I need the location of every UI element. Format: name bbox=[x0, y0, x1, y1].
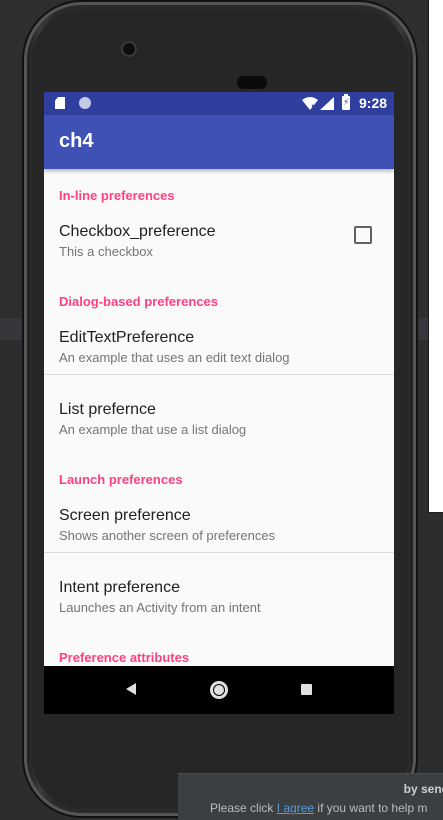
category-dialog-based-preferences: Dialog-based preferences bbox=[59, 294, 218, 309]
signal-icon bbox=[320, 97, 334, 110]
checkbox-input[interactable] bbox=[354, 226, 372, 244]
back-icon[interactable] bbox=[126, 683, 136, 695]
pref-summary: This a checkbox bbox=[59, 244, 153, 259]
pref-title: Intent preference bbox=[59, 579, 180, 596]
earpiece-speaker bbox=[237, 76, 267, 89]
ide-side-panel bbox=[428, 0, 443, 513]
notice-heading: by send bbox=[403, 782, 443, 796]
category-preference-attributes: Preference attributes bbox=[59, 650, 190, 665]
pref-summary: An example that uses an edit text dialog bbox=[59, 350, 290, 365]
pref-summary: An example that use a list dialog bbox=[59, 422, 247, 437]
sd-card-icon bbox=[55, 97, 65, 109]
pref-title: Screen preference bbox=[59, 507, 191, 524]
pref-checkbox[interactable]: Checkbox_preference This a checkbox bbox=[44, 223, 394, 289]
category-inline-preferences: In-line preferences bbox=[59, 188, 175, 203]
pref-title: EditTextPreference bbox=[59, 329, 195, 346]
status-bar: ⚡ 9:28 bbox=[44, 92, 394, 115]
list-divider bbox=[44, 374, 394, 375]
device-screen: ⚡ 9:28 ch4 In-line preferences Checkbox_… bbox=[44, 92, 394, 714]
status-time: 9:28 bbox=[359, 95, 388, 111]
notice-prefix: Please click bbox=[210, 801, 277, 815]
notice-text: Please click I agree if you want to help… bbox=[210, 801, 427, 815]
agree-link[interactable]: I agree bbox=[277, 801, 314, 815]
front-camera-icon bbox=[123, 43, 135, 55]
pref-summary: Shows another screen of preferences bbox=[59, 528, 276, 543]
app-toolbar: ch4 bbox=[44, 115, 394, 169]
ide-notification-banner: by send Please click I agree if you want… bbox=[178, 773, 443, 820]
pref-screen[interactable]: Screen preference Shows another screen o… bbox=[44, 507, 394, 573]
pref-list[interactable]: List prefernce An example that use a lis… bbox=[44, 401, 394, 467]
battery-charging-glyph: ⚡ bbox=[343, 98, 350, 108]
recents-icon[interactable] bbox=[301, 684, 312, 695]
list-divider bbox=[44, 552, 394, 553]
pref-intent[interactable]: Intent preference Launches an Activity f… bbox=[44, 579, 394, 645]
pref-edit-text[interactable]: EditTextPreference An example that uses … bbox=[44, 329, 394, 395]
pref-title: Checkbox_preference bbox=[59, 223, 216, 240]
desktop-background: ⚡ 9:28 ch4 In-line preferences Checkbox_… bbox=[0, 0, 443, 820]
pref-summary: Launches an Activity from an intent bbox=[59, 600, 261, 615]
category-launch-preferences: Launch preferences bbox=[59, 472, 183, 487]
system-navigation-bar bbox=[44, 666, 394, 714]
notification-dot-icon bbox=[79, 97, 91, 109]
battery-icon: ⚡ bbox=[342, 94, 350, 110]
notice-suffix: if you want to help m bbox=[314, 801, 428, 815]
app-title: ch4 bbox=[59, 130, 94, 152]
pref-title: List prefernce bbox=[59, 401, 156, 418]
preferences-list[interactable]: In-line preferences Checkbox_preference … bbox=[44, 169, 394, 666]
home-icon[interactable] bbox=[210, 681, 228, 699]
wifi-icon bbox=[302, 97, 318, 110]
